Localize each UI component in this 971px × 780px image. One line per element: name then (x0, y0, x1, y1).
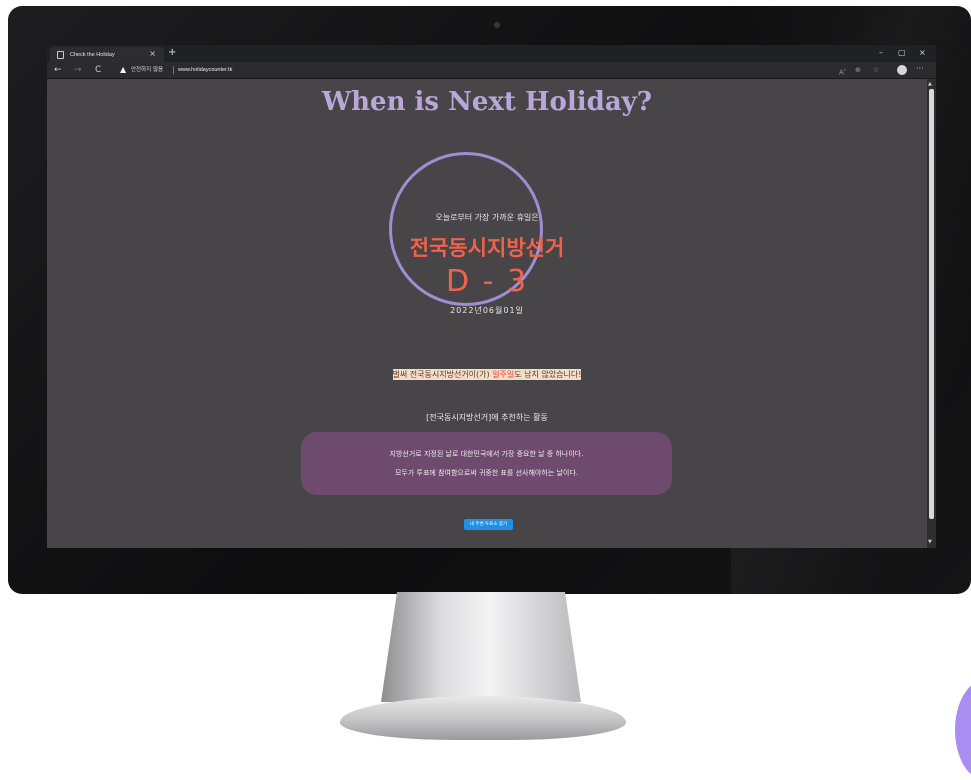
decorative-accent (955, 680, 971, 780)
divider (173, 66, 174, 74)
monitor-stand (381, 592, 581, 702)
notice-emphasis: 일주일 (492, 370, 515, 379)
recommendation-line: 지방선거로 지정된 날로 대한민국에서 가장 중요한 날 중 하나이다. (389, 450, 584, 458)
tab-bar: Check the Holiday × + – ▢ × (47, 45, 936, 62)
recommendation-box: 지방선거로 지정된 날로 대한민국에서 가장 중요한 날 중 하나이다. 모두가… (301, 432, 672, 495)
recommendation-title: [전국동시지방선거]에 추천하는 활동 (426, 413, 548, 422)
security-label[interactable]: 안전하지 않음 (131, 65, 163, 75)
favorites-icon[interactable]: ☆ (873, 64, 879, 76)
notice-message: 벌써 전국동시지방선거이(가) 일주일도 남지 않았습니다! (47, 369, 927, 380)
url-field[interactable]: www.holidaycounter.tk (178, 65, 232, 75)
page-content: When is Next Holiday? 오늘로부터 가장 가까운 휴일은 전… (47, 79, 927, 548)
tab-title: Check the Holiday (70, 51, 115, 58)
scroll-up-icon[interactable]: ▲ (928, 81, 932, 87)
more-menu-icon[interactable]: ··· (916, 63, 924, 75)
holiday-name: 전국동시지방선거 (409, 236, 565, 260)
minimize-icon[interactable]: – (879, 47, 883, 59)
read-aloud-icon[interactable]: A» (839, 64, 846, 78)
address-bar: ← → C ▲ 안전하지 않음 www.holidaycounter.tk A»… (47, 62, 936, 79)
closest-holiday-label: 오늘로부터 가장 가까운 휴일은 (435, 213, 539, 222)
profile-avatar[interactable] (897, 65, 907, 75)
page-title: When is Next Holiday? (321, 87, 653, 117)
find-polling-station-button[interactable]: 내 주변 투표소 찾기 (464, 519, 513, 530)
warning-icon: ▲ (120, 65, 127, 74)
reload-icon[interactable]: C (95, 64, 101, 76)
monitor-base (340, 696, 626, 740)
notice-text: 벌써 전국동시지방선거이(가) (392, 370, 493, 379)
tab-check-the-holiday[interactable]: Check the Holiday × (50, 47, 164, 62)
webcam (494, 22, 500, 28)
notice-highlight: 벌써 전국동시지방선거이(가) 일주일도 남지 않았습니다! (392, 369, 582, 380)
restore-icon[interactable]: ▢ (898, 47, 906, 59)
browser-window: Check the Holiday × + – ▢ × ← → C ▲ 안전하지… (47, 45, 936, 548)
d-day-counter: D - 3 (445, 264, 529, 299)
recommendation-line: 모두가 투표에 참여함으로써 귀중한 표를 선사해야하는 날이다. (394, 469, 578, 477)
close-tab-icon[interactable]: × (149, 49, 156, 59)
holiday-date: 2022년06월01일 (450, 306, 524, 315)
notice-text-end: 도 남지 않았습니다! (514, 370, 582, 379)
back-icon[interactable]: ← (54, 64, 62, 76)
scrollbar[interactable]: ▲ ▼ (927, 79, 936, 548)
scroll-down-icon[interactable]: ▼ (928, 539, 932, 545)
zoom-icon[interactable]: ⊕ (855, 64, 861, 76)
page-icon (57, 50, 64, 59)
forward-icon[interactable]: → (74, 64, 82, 76)
scroll-thumb[interactable] (929, 89, 934, 519)
window-close-icon[interactable]: × (919, 47, 926, 59)
new-tab-icon[interactable]: + (168, 46, 176, 60)
